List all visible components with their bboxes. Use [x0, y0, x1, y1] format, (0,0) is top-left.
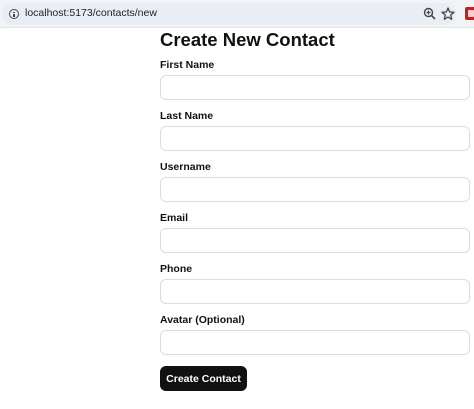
address-bar[interactable]: localhost:5173/contacts/new	[2, 3, 456, 25]
first-name-field: First Name	[160, 59, 470, 100]
extension-icon[interactable]	[465, 7, 474, 20]
email-label: Email	[160, 212, 189, 224]
username-label: Username	[160, 161, 211, 173]
star-icon[interactable]	[440, 6, 456, 22]
avatar-input[interactable]	[160, 330, 470, 355]
last-name-field: Last Name	[160, 110, 470, 151]
site-info-icon[interactable]	[9, 9, 19, 19]
create-contact-button[interactable]: Create Contact	[160, 366, 247, 391]
phone-field: Phone	[160, 263, 470, 304]
phone-label: Phone	[160, 263, 193, 275]
email-input[interactable]	[160, 228, 470, 253]
first-name-input[interactable]	[160, 75, 470, 100]
avatar-field: Avatar (Optional)	[160, 314, 470, 355]
phone-input[interactable]	[160, 279, 470, 304]
avatar-label: Avatar (Optional)	[160, 314, 245, 326]
last-name-input[interactable]	[160, 126, 470, 151]
browser-toolbar: localhost:5173/contacts/new	[0, 0, 474, 28]
last-name-label: Last Name	[160, 110, 214, 122]
username-field: Username	[160, 161, 470, 202]
create-contact-form: Create New Contact First Name Last Name …	[160, 30, 470, 391]
username-input[interactable]	[160, 177, 470, 202]
page-title: Create New Contact	[160, 29, 335, 50]
url-text[interactable]: localhost:5173/contacts/new	[25, 7, 157, 19]
zoom-icon[interactable]	[422, 6, 438, 22]
first-name-label: First Name	[160, 59, 215, 71]
email-field: Email	[160, 212, 470, 253]
